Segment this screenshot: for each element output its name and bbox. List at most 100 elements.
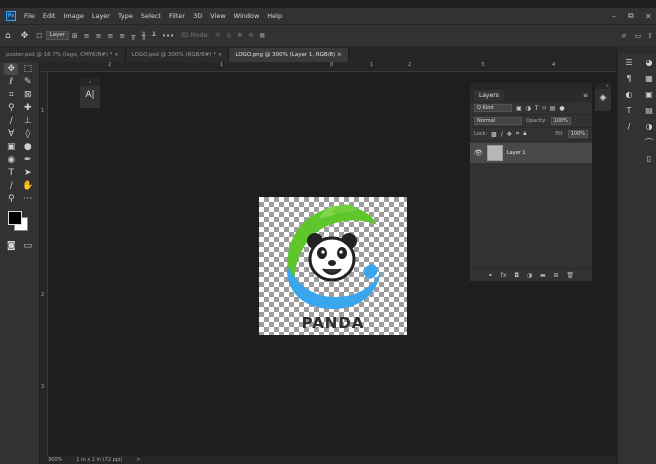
document-canvas[interactable]: PANDA [259, 197, 407, 335]
add-mask-icon[interactable]: ◘ [514, 272, 519, 279]
move-tool-icon[interactable]: ✥ [21, 31, 29, 41]
adjustments-icon[interactable]: ◐ [619, 86, 639, 102]
type-tool-icon[interactable]: T [4, 167, 18, 179]
dodge-tool-icon[interactable]: ◉ [4, 154, 18, 166]
zoom-tool-icon[interactable]: ⚲ [4, 193, 18, 205]
history-brush-icon[interactable]: ∀ [4, 128, 18, 140]
new-layer-icon[interactable]: ⊞ [554, 272, 559, 279]
distribute-middle-icon[interactable]: ╫ [141, 32, 145, 40]
distribute-bottom-icon[interactable]: ╨ [152, 32, 156, 40]
menu-filter[interactable]: Filter [165, 12, 189, 20]
tab-logo-psd[interactable]: LOGO.psd @ 300% (RGB/8#) * × [125, 48, 230, 62]
menu-file[interactable]: File [20, 12, 39, 20]
opacity-input[interactable]: 100% [550, 117, 571, 125]
visibility-eye-icon[interactable]: 👁︎ [474, 149, 483, 157]
eyedropper-tool-icon[interactable]: ⚲ [4, 102, 18, 114]
character-panel-collapsed[interactable]: » A| [80, 78, 100, 108]
close-window-button[interactable]: ✕ [645, 8, 652, 24]
hand-tool-icon[interactable]: ✋ [21, 180, 35, 192]
tab-logo-png[interactable]: LOGO.png @ 300% (Layer 1, RGB/8) × [229, 48, 349, 62]
layer-name[interactable]: Layer 1 [507, 150, 526, 156]
zoom-level[interactable]: 300% [48, 457, 62, 463]
auto-select-icon[interactable]: ☐ [36, 32, 42, 40]
menu-3d[interactable]: 3D [189, 12, 206, 20]
marquee-tool-icon[interactable]: ⬚ [21, 63, 35, 75]
fill-input[interactable]: 100% [567, 130, 588, 138]
lock-all-icon[interactable]: 🔒︎ [523, 130, 526, 138]
filter-toggle-icon[interactable]: ● [559, 105, 564, 112]
pen-tool-icon[interactable]: ✒ [21, 154, 35, 166]
scale-3d-icon[interactable]: ■ [259, 32, 265, 39]
frame-tool-icon[interactable]: ⊠ [21, 89, 35, 101]
layers-dock-icon[interactable]: ◈ [595, 93, 611, 103]
menu-layer[interactable]: Layer [88, 12, 114, 20]
minimize-button[interactable]: – [612, 8, 616, 24]
layer-row[interactable]: 👁︎ Layer 1 [470, 143, 592, 163]
home-icon[interactable]: ⌂ [5, 31, 11, 41]
lock-transparent-icon[interactable]: ▩ [491, 131, 497, 138]
eraser-tool-icon[interactable]: ◊ [21, 128, 35, 140]
quick-select-tool-icon[interactable]: ✎ [21, 76, 35, 88]
brush-settings-icon[interactable]: ∕ [619, 118, 639, 134]
link-layers-icon[interactable]: ⚭ [488, 272, 493, 279]
healing-tool-icon[interactable]: ✚ [21, 102, 35, 114]
roll-3d-icon[interactable]: ◎ [226, 32, 231, 39]
type-filter-icon[interactable]: T [535, 105, 539, 112]
close-icon[interactable]: × [595, 83, 611, 89]
collapse-icon[interactable]: » [80, 78, 100, 86]
lock-pixels-icon[interactable]: ∕ [501, 131, 503, 138]
distribute-icon[interactable]: ╥ [131, 32, 135, 40]
path-select-tool-icon[interactable]: ➤ [21, 167, 35, 179]
menu-help[interactable]: Help [263, 12, 286, 20]
layer-select-dropdown[interactable]: Layer [45, 31, 69, 40]
align-center-icon[interactable]: ≡ [96, 32, 102, 40]
line-tool-icon[interactable]: ∕ [4, 180, 18, 192]
close-icon[interactable]: × [216, 52, 223, 58]
orbit-3d-icon[interactable]: ⟲ [215, 32, 220, 39]
slide-3d-icon[interactable]: ✣ [248, 32, 253, 39]
transform-controls-icon[interactable]: ⊞ [72, 32, 78, 40]
menu-edit[interactable]: Edit [39, 12, 60, 20]
workspace-icon[interactable]: ▭ [635, 32, 642, 40]
status-arrow[interactable]: > [136, 457, 140, 463]
foreground-color-swatch[interactable] [8, 211, 22, 225]
close-icon[interactable]: × [335, 52, 342, 58]
restore-button[interactable]: ⧉ [628, 8, 634, 24]
more-tools-icon[interactable]: ⋯ [21, 193, 35, 205]
paragraph-icon[interactable]: ¶ [619, 70, 639, 86]
crop-tool-icon[interactable]: ⌗ [4, 89, 18, 101]
blur-tool-icon[interactable]: ● [21, 141, 35, 153]
close-icon[interactable]: × [112, 52, 119, 58]
adjustment-filter-icon[interactable]: ◑ [526, 105, 531, 112]
pan-3d-icon[interactable]: ✥ [237, 32, 242, 39]
smart-object-filter-icon[interactable]: ▤ [550, 105, 556, 112]
panel-menu-icon[interactable]: ≡ [583, 92, 588, 99]
color-swatches[interactable] [6, 209, 39, 239]
align-top-icon[interactable]: ≡ [119, 32, 125, 40]
lock-artboard-icon[interactable]: ⌗ [516, 130, 519, 138]
color-icon[interactable]: ◕ [639, 54, 656, 70]
gradient-tool-icon[interactable]: ▣ [4, 141, 18, 153]
search-icon[interactable]: ⌕ [621, 31, 626, 41]
character-icon[interactable]: T [619, 102, 639, 118]
menu-type[interactable]: Type [114, 12, 137, 20]
menu-select[interactable]: Select [137, 12, 165, 20]
align-right-icon[interactable]: ≡ [108, 32, 114, 40]
more-options-icon[interactable]: ••• [162, 32, 174, 40]
layer-style-icon[interactable]: fx [501, 272, 507, 279]
delete-layer-icon[interactable]: 🗑︎ [566, 272, 574, 279]
history-icon[interactable]: ▯ [639, 150, 656, 166]
channels-icon[interactable]: ◑ [639, 118, 656, 134]
swatches-icon[interactable]: ▦ [639, 70, 656, 86]
shape-filter-icon[interactable]: ⌑ [543, 105, 546, 112]
share-icon[interactable]: ⇧ [647, 32, 653, 40]
lasso-tool-icon[interactable]: ℓ [4, 76, 18, 88]
quick-mask-icon[interactable]: ◙ [4, 240, 18, 252]
align-left-icon[interactable]: ≡ [84, 32, 90, 40]
stamp-tool-icon[interactable]: ⊥ [21, 115, 35, 127]
brush-tool-icon[interactable]: ∕ [4, 115, 18, 127]
pixel-filter-icon[interactable]: ▣ [516, 105, 522, 112]
tab-layers[interactable]: Layers [474, 90, 504, 101]
lock-position-icon[interactable]: ✥ [507, 131, 512, 138]
tab-poster[interactable]: poster.psd @ 16.7% (logo, CMYK/8#) * × [0, 48, 126, 62]
